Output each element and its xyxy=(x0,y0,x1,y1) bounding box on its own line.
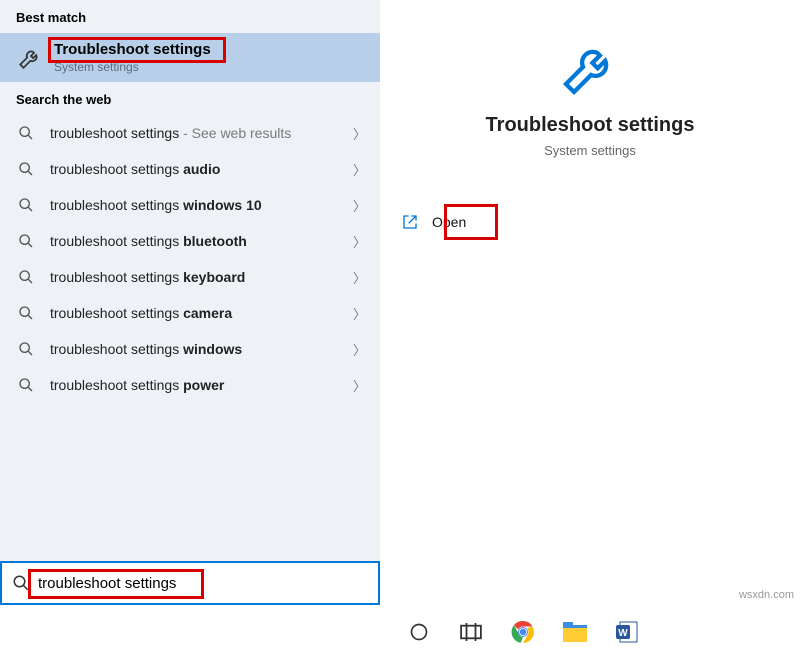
search-icon xyxy=(16,233,36,249)
search-results-panel: Best match Troubleshoot settings System … xyxy=(0,0,380,605)
result-text: troubleshoot settings audio xyxy=(50,161,220,177)
preview-subtitle: System settings xyxy=(544,143,636,158)
task-view-icon[interactable] xyxy=(457,618,485,646)
open-action[interactable]: Open xyxy=(402,214,800,230)
open-external-icon xyxy=(402,214,418,230)
taskbar: W xyxy=(0,605,800,659)
result-text: troubleshoot settings windows 10 xyxy=(50,197,262,213)
result-text: troubleshoot settings - See web results xyxy=(50,125,291,141)
search-icon xyxy=(16,341,36,357)
search-icon xyxy=(16,125,36,141)
chevron-right-icon: 〉 xyxy=(353,304,366,323)
chevron-right-icon: 〉 xyxy=(353,268,366,287)
watermark: wsxdn.com xyxy=(739,589,794,601)
search-input[interactable] xyxy=(38,575,368,592)
result-text: troubleshoot settings windows xyxy=(50,341,242,357)
web-result-item[interactable]: troubleshoot settings - See web results 〉 xyxy=(0,115,380,151)
web-result-item[interactable]: troubleshoot settings power 〉 xyxy=(0,367,380,403)
preview-panel: Troubleshoot settings System settings Op… xyxy=(380,0,800,605)
search-icon xyxy=(12,574,30,592)
file-explorer-icon[interactable] xyxy=(561,618,589,646)
web-result-item[interactable]: troubleshoot settings camera 〉 xyxy=(0,295,380,331)
chevron-right-icon: 〉 xyxy=(353,160,366,179)
best-match-subtitle: System settings xyxy=(54,60,211,74)
best-match-title: Troubleshoot settings xyxy=(54,41,211,58)
web-result-item[interactable]: troubleshoot settings windows 10 〉 xyxy=(0,187,380,223)
chevron-right-icon: 〉 xyxy=(353,376,366,395)
chevron-right-icon: 〉 xyxy=(353,196,366,215)
chevron-right-icon: 〉 xyxy=(353,124,366,143)
chevron-right-icon: 〉 xyxy=(353,340,366,359)
search-icon xyxy=(16,377,36,393)
web-results-list: troubleshoot settings - See web results 〉… xyxy=(0,115,380,403)
search-icon xyxy=(16,305,36,321)
web-result-item[interactable]: troubleshoot settings windows 〉 xyxy=(0,331,380,367)
preview-title: Troubleshoot settings xyxy=(486,114,695,137)
best-match-item[interactable]: Troubleshoot settings System settings xyxy=(0,33,380,82)
search-bar[interactable] xyxy=(0,561,380,605)
svg-text:W: W xyxy=(618,628,628,639)
result-text: troubleshoot settings camera xyxy=(50,305,232,321)
web-result-item[interactable]: troubleshoot settings audio 〉 xyxy=(0,151,380,187)
open-label: Open xyxy=(432,214,466,230)
search-icon xyxy=(16,161,36,177)
chrome-icon[interactable] xyxy=(509,618,537,646)
web-result-item[interactable]: troubleshoot settings keyboard 〉 xyxy=(0,259,380,295)
result-text: troubleshoot settings bluetooth xyxy=(50,233,247,249)
wrench-icon xyxy=(558,36,622,100)
search-icon xyxy=(16,197,36,213)
chevron-right-icon: 〉 xyxy=(353,232,366,251)
word-icon[interactable]: W xyxy=(613,618,641,646)
cortana-icon[interactable] xyxy=(405,618,433,646)
result-text: troubleshoot settings keyboard xyxy=(50,269,245,285)
preview-block: Troubleshoot settings System settings xyxy=(380,0,800,158)
search-icon xyxy=(16,269,36,285)
section-best-match-header: Best match xyxy=(0,0,380,33)
result-text: troubleshoot settings power xyxy=(50,377,224,393)
wrench-icon xyxy=(16,44,44,72)
best-match-text: Troubleshoot settings System settings xyxy=(54,41,211,74)
section-search-web-header: Search the web xyxy=(0,82,380,115)
web-result-item[interactable]: troubleshoot settings bluetooth 〉 xyxy=(0,223,380,259)
